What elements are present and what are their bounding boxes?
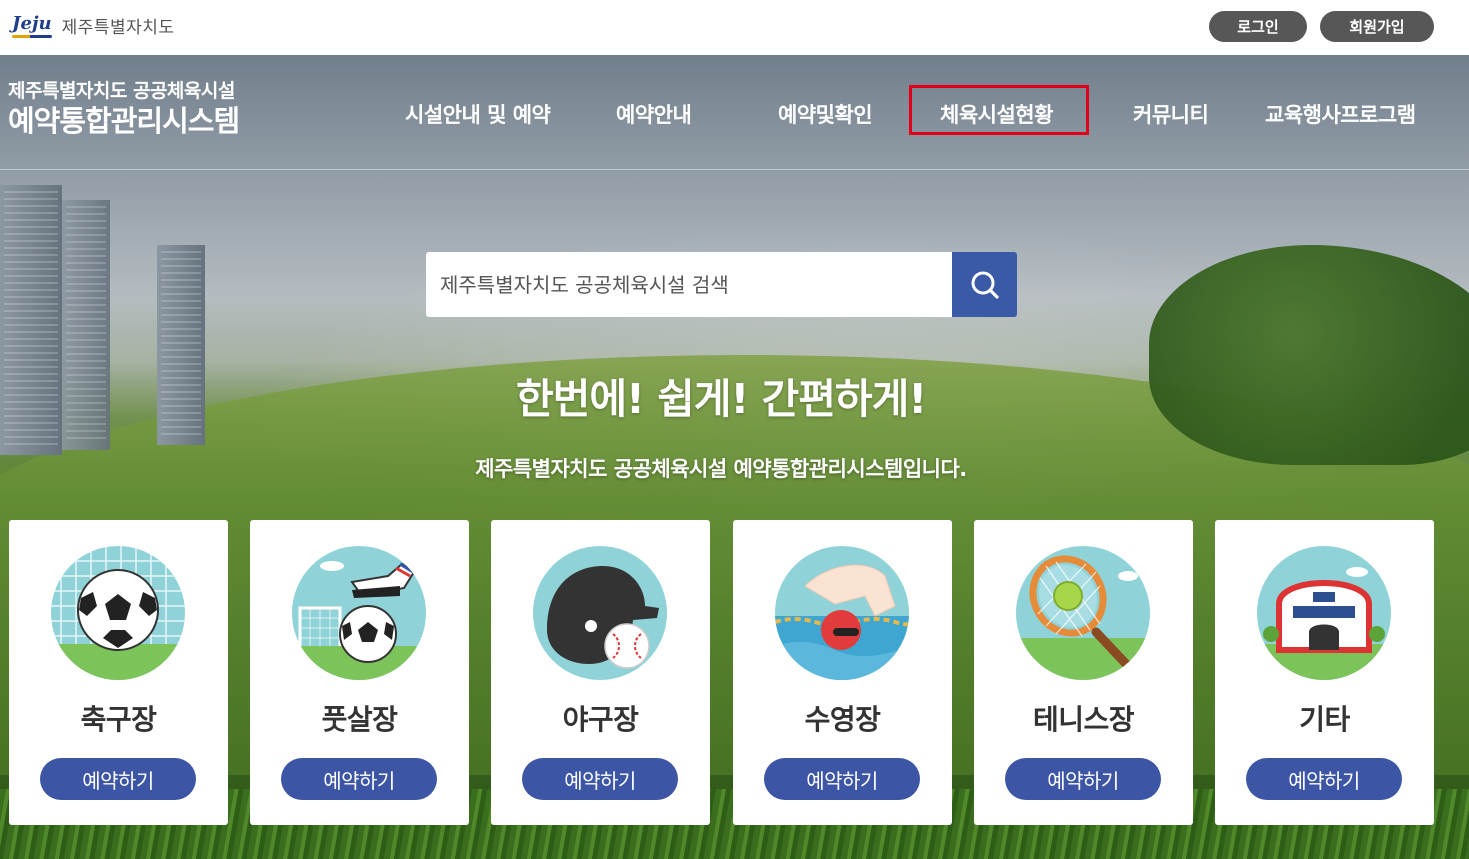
facility-name: 수영장	[804, 703, 881, 736]
search-icon	[971, 271, 999, 299]
facility-card-baseball[interactable]: 야구장 예약하기	[491, 520, 710, 825]
facility-card-other[interactable]: 기타 예약하기	[1215, 520, 1434, 825]
reserve-button-other[interactable]: 예약하기	[1246, 758, 1402, 800]
site-title[interactable]: 제주특별자치도 공공체육시설 예약통합관리시스템	[8, 79, 240, 139]
jeju-logo[interactable]: Jeju 제주특별자치도	[12, 8, 175, 42]
jeju-org-name: 제주특별자치도	[61, 17, 175, 38]
site-subtitle: 제주특별자치도 공공체육시설	[8, 80, 235, 102]
facility-name: 기타	[1299, 703, 1350, 736]
site-main-title: 예약통합관리시스템	[8, 104, 240, 138]
reserve-button-soccer[interactable]: 예약하기	[40, 758, 196, 800]
facility-card-tennis[interactable]: 테니스장 예약하기	[974, 520, 1193, 825]
soccer-ball-icon	[51, 546, 185, 680]
search-input[interactable]	[426, 252, 952, 317]
reserve-button-swimming[interactable]: 예약하기	[764, 758, 920, 800]
facility-name: 풋살장	[321, 703, 398, 736]
facility-name: 야구장	[562, 703, 639, 736]
search-button[interactable]	[952, 252, 1017, 317]
hero-section: 제주특별자치도 공공체육시설 예약통합관리시스템 시설안내 및 예약 예약안내 …	[0, 55, 1469, 859]
reserve-button-futsal[interactable]: 예약하기	[281, 758, 437, 800]
baseball-helmet-icon	[533, 546, 667, 680]
hero-headline: 한번에! 쉽게! 간편하게!	[515, 375, 927, 423]
hero-subline: 제주특별자치도 공공체육시설 예약통합관리시스템입니다.	[475, 457, 967, 481]
top-bar: Jeju 제주특별자치도 로그인 회원가입	[0, 0, 1469, 55]
reserve-button-baseball[interactable]: 예약하기	[522, 758, 678, 800]
facility-card-futsal[interactable]: 풋살장 예약하기	[250, 520, 469, 825]
futsal-icon	[292, 546, 426, 680]
swimmer-icon	[775, 546, 909, 680]
nav-education-programs[interactable]: 교육행사프로그램	[1265, 99, 1416, 129]
facility-name: 테니스장	[1032, 703, 1135, 736]
nav-reservation-guide[interactable]: 예약안내	[616, 99, 692, 129]
nav-facility-guide[interactable]: 시설안내 및 예약	[405, 99, 551, 129]
facility-card-soccer[interactable]: 축구장 예약하기	[9, 520, 228, 825]
jeju-logo-mark: Jeju	[12, 13, 52, 38]
login-button[interactable]: 로그인	[1209, 11, 1307, 42]
reserve-button-tennis[interactable]: 예약하기	[1005, 758, 1161, 800]
facility-name: 축구장	[80, 703, 157, 736]
nav-divider	[0, 169, 1469, 170]
nav-facility-status[interactable]: 체육시설현황	[909, 85, 1089, 135]
tennis-racket-icon	[1016, 546, 1150, 680]
building-icon	[1257, 546, 1391, 680]
facility-card-swimming[interactable]: 수영장 예약하기	[733, 520, 952, 825]
nav-reservation-check[interactable]: 예약및확인	[778, 99, 873, 129]
nav-community[interactable]: 커뮤니티	[1133, 99, 1209, 129]
join-button[interactable]: 회원가입	[1320, 11, 1434, 42]
